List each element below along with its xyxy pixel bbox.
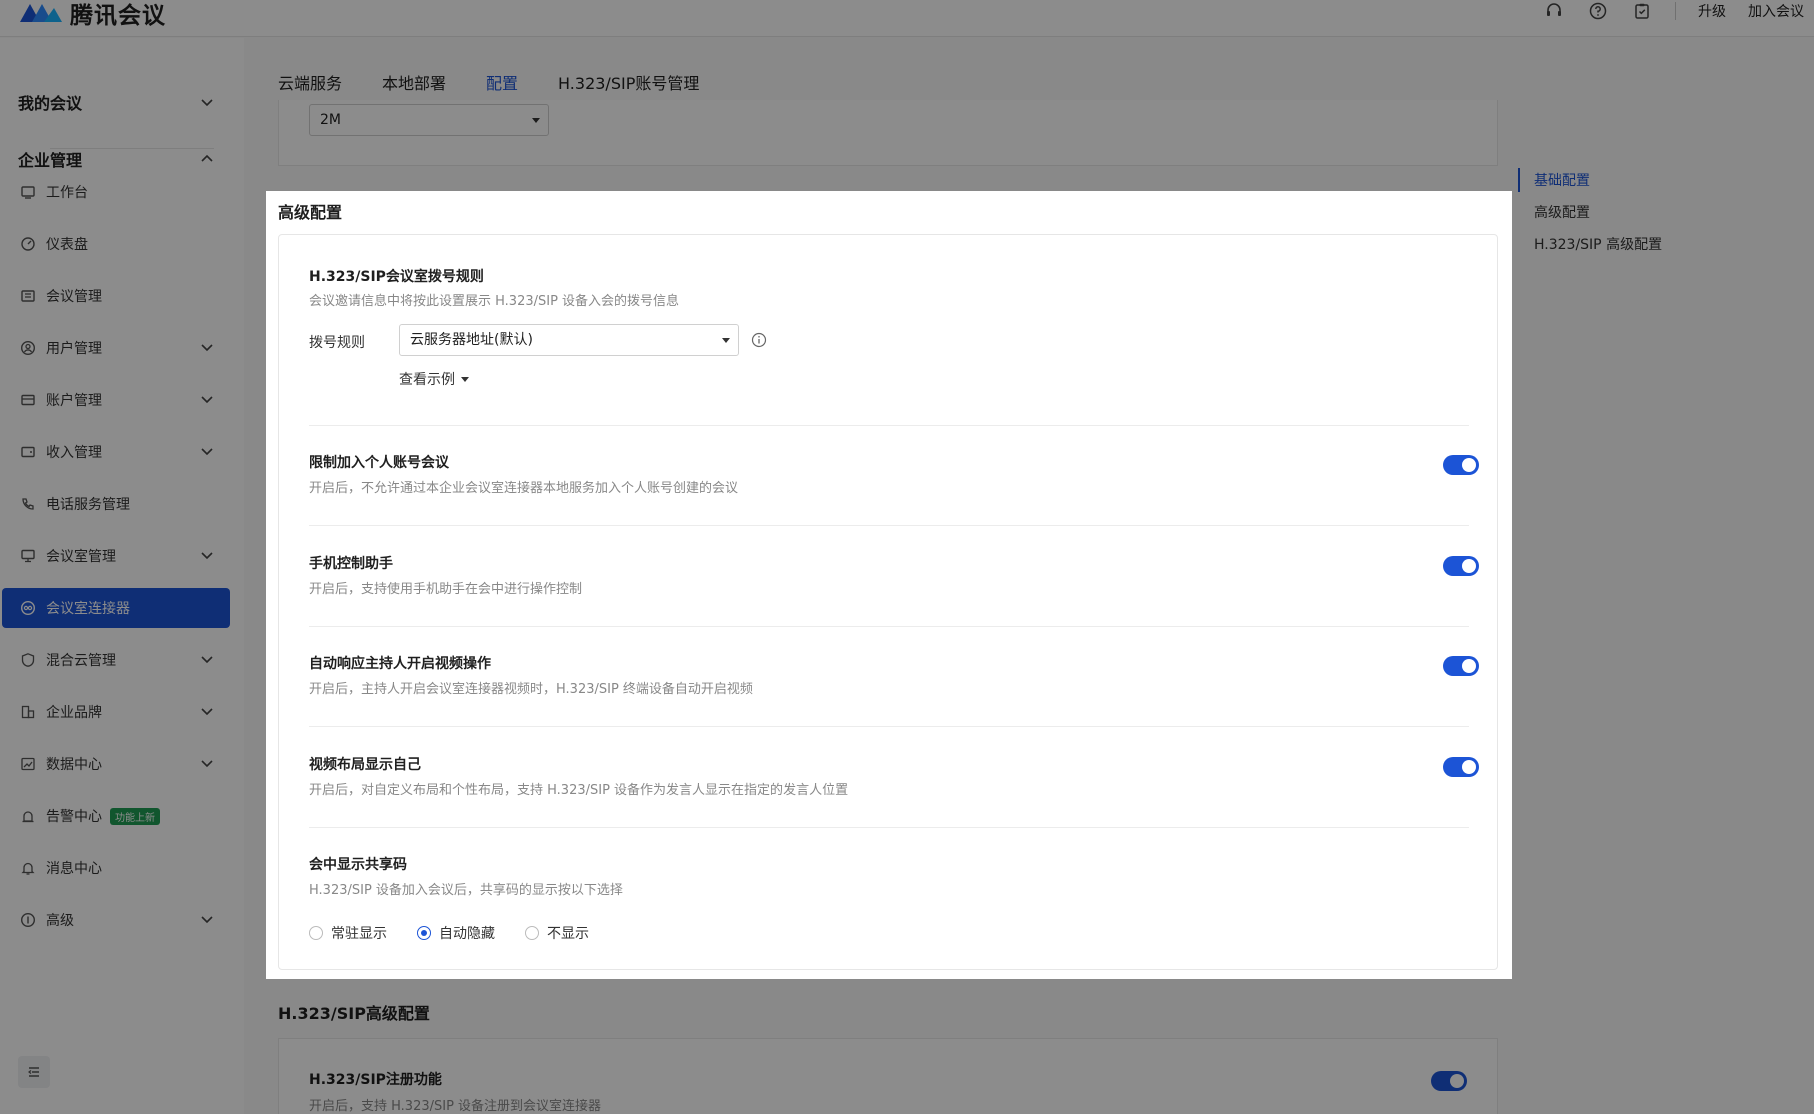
limit-personal-toggle[interactable] xyxy=(1443,455,1479,475)
dial-rule-select-value: 云服务器地址(默认) xyxy=(410,332,533,348)
auto-video-title: 自动响应主持人开启视频操作 xyxy=(309,656,491,672)
radio-circle xyxy=(525,926,539,940)
dial-rule-desc: 会议邀请信息中将按此设置展示 H.323/SIP 设备入会的拨号信息 xyxy=(309,294,680,309)
radio-circle xyxy=(417,926,431,940)
share-code-title: 会中显示共享码 xyxy=(309,857,407,873)
dial-rule-title: H.323/SIP会议室拨号规则 xyxy=(309,269,484,285)
radio-label: 常驻显示 xyxy=(331,926,387,942)
row-divider xyxy=(309,525,1469,526)
layout-self-toggle[interactable] xyxy=(1443,757,1479,777)
row-divider xyxy=(309,726,1469,727)
auto-video-desc: 开启后，主持人开启会议室连接器视频时，H.323/SIP 终端设备自动开启视频 xyxy=(309,682,753,697)
row-divider xyxy=(309,626,1469,627)
limit-personal-desc: 开启后，不允许通过本企业会议室连接器本地服务加入个人账号创建的会议 xyxy=(309,481,739,496)
radio-always-show[interactable]: 常驻显示 xyxy=(309,923,387,943)
mobile-control-toggle[interactable] xyxy=(1443,556,1479,576)
mobile-control-desc: 开启后，支持使用手机助手在会中进行操作控制 xyxy=(309,582,583,597)
row-divider xyxy=(309,827,1469,828)
share-code-desc: H.323/SIP 设备加入会议后，共享码的显示按以下选择 xyxy=(309,883,623,898)
row-divider xyxy=(309,425,1469,426)
panel-title: 高级配置 xyxy=(278,203,343,222)
dial-rule-label: 拨号规则 xyxy=(309,335,365,351)
limit-personal-title: 限制加入个人账号会议 xyxy=(309,455,449,471)
layout-self-title: 视频布局显示自己 xyxy=(309,757,421,773)
advanced-config-panel: 高级配置 H.323/SIP会议室拨号规则 会议邀请信息中将按此设置展示 H.3… xyxy=(266,191,1512,979)
caret-down-icon xyxy=(722,338,730,343)
auto-video-toggle[interactable] xyxy=(1443,656,1479,676)
radio-label: 自动隐藏 xyxy=(439,926,495,942)
advanced-config-card: H.323/SIP会议室拨号规则 会议邀请信息中将按此设置展示 H.323/SI… xyxy=(278,234,1498,970)
radio-label: 不显示 xyxy=(547,926,589,942)
mobile-control-title: 手机控制助手 xyxy=(309,556,393,572)
caret-down-icon xyxy=(461,376,469,382)
share-code-radio-group: 常驻显示 自动隐藏 不显示 xyxy=(309,923,589,943)
radio-auto-hide[interactable]: 自动隐藏 xyxy=(417,923,495,943)
view-example-link[interactable]: 查看示例 xyxy=(399,369,469,389)
view-example-label: 查看示例 xyxy=(399,372,455,388)
radio-circle xyxy=(309,926,323,940)
radio-not-show[interactable]: 不显示 xyxy=(525,923,589,943)
dial-rule-select[interactable]: 云服务器地址(默认) xyxy=(399,324,739,356)
info-icon[interactable] xyxy=(751,332,767,348)
layout-self-desc: 开启后，对自定义布局和个性布局，支持 H.323/SIP 设备作为发言人显示在指… xyxy=(309,783,849,798)
